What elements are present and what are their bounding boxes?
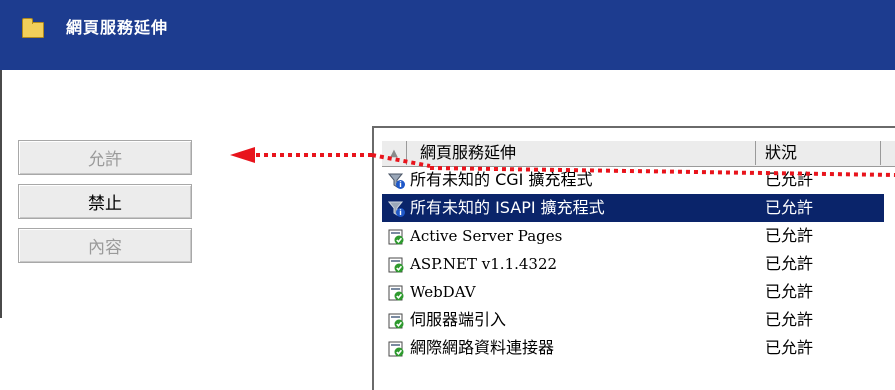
allowed-extension-icon xyxy=(388,341,404,357)
arrow-line-right xyxy=(429,166,895,177)
extension-name: 網際網路資料連接器 xyxy=(410,338,555,357)
arrow-line-diagonal xyxy=(371,153,431,168)
arrow-head-icon xyxy=(230,147,255,163)
annotation-arrow xyxy=(230,147,895,177)
list-item[interactable]: 網際網路資料連接器 已允許 xyxy=(382,334,884,362)
extension-status: 已允許 xyxy=(765,338,814,357)
